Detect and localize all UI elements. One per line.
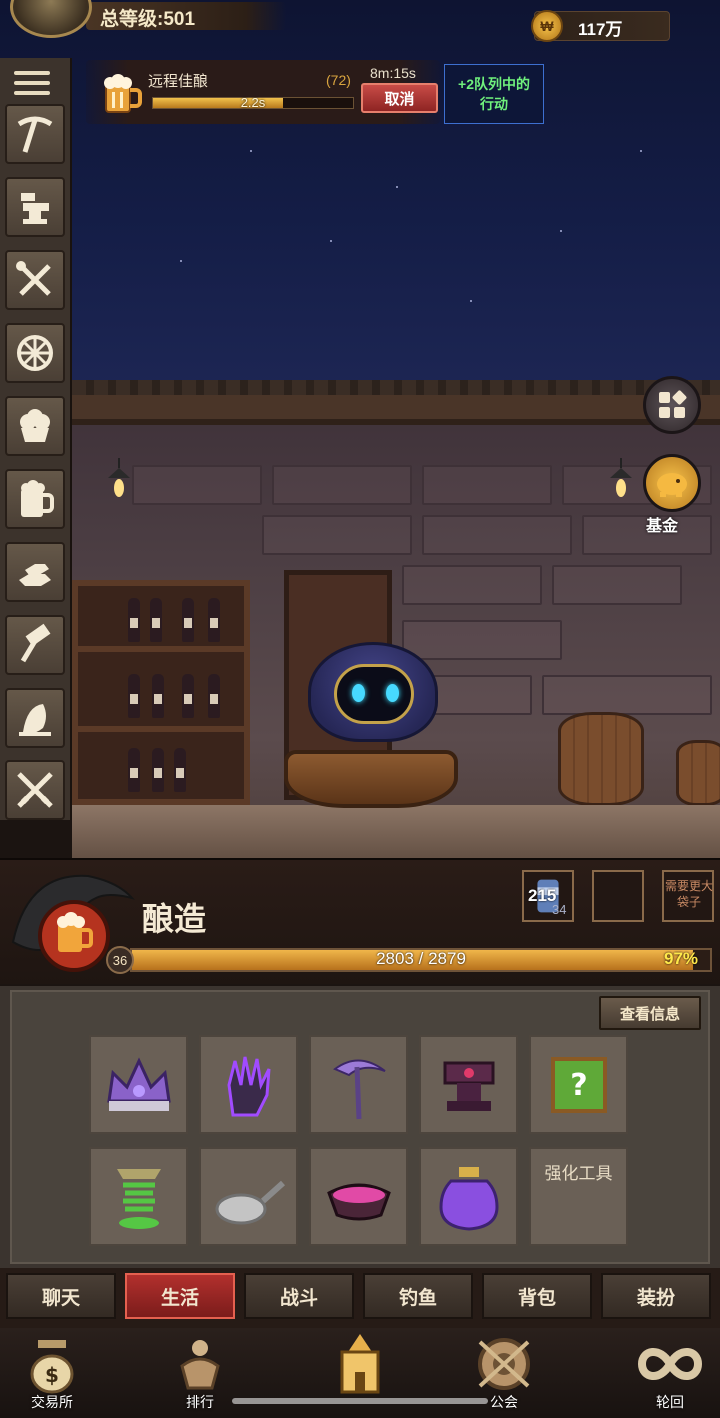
nav-rebirth-label: 轮回: [656, 1394, 684, 1410]
ceiling-beam: [72, 395, 720, 425]
crossed-tools-icon: [16, 261, 51, 296]
item-tile[interactable]: [199, 1147, 298, 1246]
sidebar-skill-weaving[interactable]: [5, 323, 65, 383]
potion-jar-icon: [438, 1166, 499, 1231]
slot-empty[interactable]: [592, 870, 644, 922]
nav-exchange[interactable]: $ 交易所: [2, 1330, 102, 1416]
spring-tool-icon: [116, 1168, 161, 1229]
action-name: 远程佳酿: [148, 73, 209, 90]
queue-note: +2队列中的行动: [458, 76, 530, 112]
fund-label: 基金: [646, 518, 679, 535]
sidebar-skill-smithing[interactable]: [5, 177, 65, 237]
slot-sub-count: 34: [552, 902, 567, 917]
total-level-label: 总等级:501: [100, 9, 196, 30]
sidebar-skill-brewing[interactable]: [5, 469, 65, 529]
scythe-icon: [332, 1059, 386, 1119]
currency-amount: 117万: [578, 20, 623, 39]
bowl-icon: [326, 1183, 391, 1220]
sidebar-skill-baking[interactable]: [5, 396, 65, 456]
enhance-tools-tile[interactable]: 强化工具: [529, 1147, 628, 1246]
cancel-action-button[interactable]: 取消: [361, 83, 438, 113]
sidebar-skill-smelting[interactable]: [5, 542, 65, 602]
robot-eye: [352, 684, 365, 702]
hanging-lamp: [610, 458, 632, 497]
item-tile[interactable]: ?: [529, 1035, 628, 1134]
piggy-bank-icon[interactable]: [643, 454, 701, 512]
infinity-icon: [638, 1348, 702, 1380]
tab-backpack[interactable]: 背包: [482, 1273, 592, 1319]
beer-mug-icon: [21, 480, 54, 517]
skill-name: 酿造: [142, 901, 207, 937]
action-progress-seconds: 2.2s: [240, 95, 266, 110]
sidebar-skill-combat[interactable]: [5, 760, 65, 820]
barrel: [558, 712, 644, 806]
gold-bars-icon: [19, 564, 51, 586]
castle-icon: [340, 1334, 380, 1394]
view-info-button[interactable]: 查看信息: [599, 996, 701, 1030]
crossed-swords-icon: [17, 772, 53, 808]
hanging-lamp: [108, 458, 130, 497]
action-remaining-time: 8m:15s: [370, 65, 416, 81]
sidebar-skill-fishing[interactable]: [5, 688, 65, 748]
sidebar-skill-tools[interactable]: [5, 250, 65, 310]
guild-emblem-icon: [478, 1338, 530, 1390]
wine-shelf: [72, 580, 250, 805]
hammer-icon: [20, 623, 51, 663]
barrel: [676, 740, 720, 806]
mystery-box-icon: ?: [550, 1056, 607, 1113]
rubble: [72, 380, 720, 396]
xp-text: 2803 / 2879: [376, 949, 466, 968]
money-bag-icon: $: [30, 1340, 74, 1394]
floor: [72, 805, 720, 858]
item-tile[interactable]: [419, 1035, 518, 1134]
svg-text:?: ?: [570, 1068, 587, 1103]
sidebar-skill-mining[interactable]: [5, 104, 65, 164]
crown-icon: [106, 1056, 171, 1111]
anvil-icon: [21, 193, 49, 224]
robot-face: [334, 664, 414, 724]
home-indicator: [232, 1398, 488, 1404]
item-tile[interactable]: [199, 1035, 298, 1134]
knot-icon: [17, 335, 53, 371]
tab-combat[interactable]: 战斗: [244, 1273, 354, 1319]
frying-pan-icon: [215, 1180, 285, 1224]
anvil-icon: [443, 1061, 494, 1111]
item-tile[interactable]: [89, 1035, 188, 1134]
nav-rebirth[interactable]: 轮回: [620, 1330, 720, 1416]
tab-fishing[interactable]: 钓鱼: [363, 1273, 473, 1319]
nav-exchange-label: 交易所: [31, 1394, 73, 1410]
queue-indicator[interactable]: +2队列中的行动: [444, 64, 544, 124]
item-tile[interactable]: [309, 1147, 408, 1246]
menu-icon[interactable]: [6, 64, 62, 102]
sidebar-skill-crafting[interactable]: [5, 615, 65, 675]
need-bigger-bag-note: 需要更大袋子: [664, 879, 713, 909]
cupcake-icon: [20, 409, 50, 442]
trophy-icon: [180, 1340, 220, 1390]
item-tile[interactable]: [89, 1147, 188, 1246]
robot-eye: [386, 684, 399, 702]
player-avatar[interactable]: [10, 0, 92, 38]
fish-icon: [19, 704, 51, 736]
svg-text:$: $: [45, 1363, 59, 1387]
brewery-scene: [72, 380, 720, 858]
xp-percent: 97%: [664, 949, 699, 968]
action-count: (72): [326, 72, 351, 88]
gauntlet-icon: [226, 1056, 270, 1116]
item-tile[interactable]: [309, 1035, 408, 1134]
brewing-tub: [284, 750, 458, 808]
coin-icon: ₩: [531, 10, 563, 42]
top-status-bar: 总等级:501 ₩ 117万: [0, 0, 720, 44]
tab-chat[interactable]: 聊天: [6, 1273, 116, 1319]
beer-mug-icon: [104, 74, 142, 113]
grid-menu-icon[interactable]: [643, 376, 701, 434]
tab-life[interactable]: 生活: [125, 1273, 235, 1319]
tab-outfit[interactable]: 装扮: [601, 1273, 711, 1319]
pickaxe-icon: [17, 116, 53, 153]
enhance-tools-label: 强化工具: [544, 1164, 613, 1183]
item-tile[interactable]: [419, 1147, 518, 1246]
